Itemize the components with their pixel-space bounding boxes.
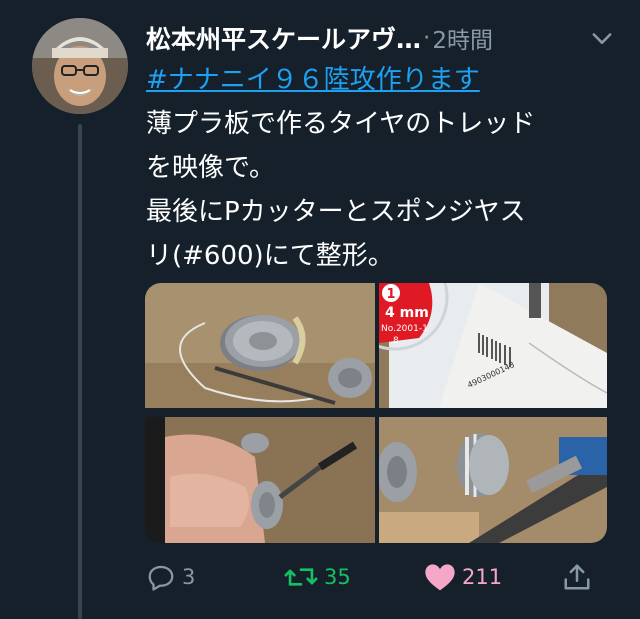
sticker-extra: 8 xyxy=(393,336,399,346)
reply-count: 3 xyxy=(182,565,196,589)
reply-icon xyxy=(148,565,174,591)
retweet-icon xyxy=(284,568,318,586)
tweet-header: 松本州平スケールアヴ… · 2時間 xyxy=(146,18,616,58)
sticker-number: 1 xyxy=(386,287,395,302)
sticker-size: 4 mm xyxy=(385,305,429,321)
media-photo-3[interactable] xyxy=(145,417,375,543)
media-photo-1[interactable] xyxy=(145,283,375,408)
share-button[interactable] xyxy=(562,557,592,597)
tweet-text-line: 最後にPカッターとスポンジヤス xyxy=(146,197,526,227)
header-separator: · xyxy=(423,25,431,51)
plastic-sheet-package-photo: 1 4 mm No.2001-1 8 4903000143 xyxy=(379,283,607,408)
reply-button[interactable]: 3 xyxy=(146,557,195,597)
author-name[interactable]: 松本州平スケールアヴ… xyxy=(146,20,421,56)
tires-and-tools-photo xyxy=(379,417,607,543)
tweet-text-line: リ(#600)にて整形。 xyxy=(146,241,394,271)
tweet-text-line: 薄プラ板で作るタイヤのトレッド xyxy=(146,109,536,139)
like-button[interactable]: 211 xyxy=(424,557,502,597)
hashtag-link[interactable]: #ナナニイ９６陸攻作ります xyxy=(146,58,616,102)
media-photo-4[interactable] xyxy=(379,417,607,543)
retweet-button[interactable]: 35 xyxy=(284,557,351,597)
tweet-time[interactable]: 2時間 xyxy=(432,21,493,55)
share-icon xyxy=(564,564,590,590)
hand-holding-tire-photo xyxy=(145,417,375,543)
tweet-text: #ナナニイ９６陸攻作ります 薄プラ板で作るタイヤのトレッド を映像で。 最後にP… xyxy=(146,58,616,278)
tire-on-wood-photo xyxy=(145,283,375,408)
tweet-actions-bar: 3 35 211 xyxy=(146,557,616,597)
chevron-down-icon[interactable] xyxy=(588,24,616,52)
avatar-photo xyxy=(32,18,128,114)
media-photo-2[interactable]: 1 4 mm No.2001-1 8 4903000143 xyxy=(379,283,607,408)
author-avatar[interactable] xyxy=(32,18,128,114)
media-grid: 1 4 mm No.2001-1 8 4903000143 xyxy=(145,283,607,543)
sticker-code: No.2001-1 xyxy=(381,324,428,334)
retweet-count: 35 xyxy=(324,565,351,589)
heart-icon xyxy=(425,564,455,591)
like-count: 211 xyxy=(462,565,503,589)
tweet-text-line: を映像で。 xyxy=(146,153,275,183)
thread-connector-line xyxy=(78,124,82,619)
